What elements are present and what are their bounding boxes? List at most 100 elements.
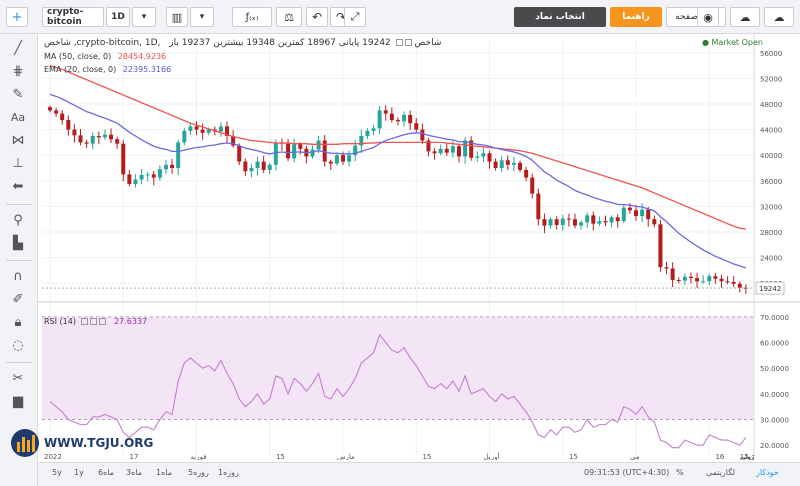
range-button-3[interactable]: 3ماه [126,468,142,477]
ohlc-values: 19242 پایانی 18967 کمترین 19348 بیشترین … [169,38,391,48]
candle-body [414,123,419,130]
candle-body [579,222,584,226]
magnet-icon[interactable]: ∩ [6,266,30,286]
rsi-settings-icon[interactable] [80,318,88,325]
undo-icon[interactable]: ↶ [306,7,328,27]
candle-body [707,276,712,282]
candle-body [695,278,700,282]
rsi-tick-label: 70.0000 [760,314,789,322]
candle-body [487,153,492,162]
clock: 09:31:53 (UTC+4:30) [584,468,670,477]
price-tick-label: 48000 [760,101,782,109]
legend-hide-icon[interactable] [395,39,403,46]
candle-body [78,135,83,143]
candle-body [634,210,639,216]
interval-select[interactable]: 1D [106,7,130,27]
compare-icon[interactable]: ⚖ [276,7,302,27]
candle-body [218,126,223,132]
bottom-toolbar: 5y 1y 6ماه 3ماه 1ماه 5روزه 1روزه 09:31:53 (UTC… [38,462,800,486]
candle-body [90,136,95,144]
brush-icon[interactable]: ✎ [6,84,30,104]
candle-body [725,281,730,283]
candle-body [676,280,681,281]
candle-body [621,207,626,222]
candle-body [371,128,376,131]
range-button-6[interactable]: 1روزه [218,468,239,477]
chart-type-dropdown-icon[interactable]: ▾ [190,7,214,27]
tools-icon[interactable]: ✂ [6,368,30,388]
price-tick-label: 44000 [760,127,782,135]
pencil-lock-icon[interactable]: ✐ [6,289,30,309]
range-button-5[interactable]: 5روزه [188,468,209,477]
guide-button[interactable]: راهنما [610,7,662,27]
candle-body [463,140,468,157]
market-status: ● Market Open [702,38,763,47]
crosshair-tool[interactable]: + [6,7,28,27]
cloud-upload-icon[interactable]: ☁ [764,7,794,27]
ema-value: 22395.3166 [122,65,172,74]
cloud-download-icon[interactable]: ☁ [730,7,760,27]
select-symbol-button[interactable]: انتخاب نماد [514,7,606,27]
top-toolbar: + crypto-bitcoin 1D ▾ ▥ ▾ ƒ₍ₓ₎ ⚖ ↶ ↷ ⤢ ⚙… [0,0,800,34]
candle-body [286,143,291,159]
logo-bars-icon [11,429,39,457]
indicators-button[interactable]: ƒ₍ₓ₎ [232,7,272,27]
range-button-2[interactable]: 6ماه [98,468,114,477]
candle-type-icon[interactable]: ▥ [166,7,188,27]
candle-body [737,283,742,288]
candle-body [585,215,590,223]
fib-tool-icon[interactable]: ⋕ [6,61,30,81]
candle-body [115,139,120,144]
rsi-close-icon[interactable] [98,318,106,325]
candle-body [72,129,77,136]
drawing-toolbar: ╱ ⋕ ✎ Aa ⋈ ⊥ ⬅ ⚲ ▙ ∩ ✐ 🔒︎ ◌ ✂ ▆ [0,34,38,486]
eye-hide-icon[interactable]: ◌ [6,335,30,355]
interval-dropdown-icon[interactable]: ▾ [132,7,156,27]
candle-body [511,162,516,165]
rsi-hide-icon[interactable] [89,318,97,325]
auto-toggle[interactable]: خودکار [756,468,779,477]
candle-body [334,155,339,164]
zoom-icon[interactable]: ⚲ [6,210,30,230]
candle-body [170,164,175,168]
range-button-0[interactable]: 5y [52,468,62,477]
arrow-left-icon[interactable]: ⬅ [6,176,30,196]
trend-line-icon[interactable]: ╱ [6,38,30,58]
candle-body [60,113,65,120]
fullscreen-expand-icon[interactable]: ⤢ [344,7,366,27]
candle-body [328,161,333,164]
legend-settings-icon[interactable] [404,39,412,46]
candle-body [652,219,657,225]
trash-icon[interactable]: ▆ [6,391,30,411]
price-chart[interactable]: 56000 52000 48000 44000 40000 36000 32000 28000… [38,34,800,461]
candle-body [646,209,651,220]
candle-body [475,156,480,158]
candle-body [395,120,400,122]
candle-body [48,107,52,111]
rsi-band [42,316,754,420]
snapshot-icon[interactable]: ◉ [697,7,719,27]
percent-toggle[interactable]: % [676,468,684,477]
candle-body [408,114,413,124]
candle-body [530,177,535,194]
candle-body [188,126,193,131]
range-button-4[interactable]: 1ماه [156,468,172,477]
candle-body [157,169,162,178]
pattern-tool-icon[interactable]: ⋈ [6,130,30,150]
log-toggle[interactable]: لگاریتمی [706,468,735,477]
candle-body [163,164,168,170]
candle-body [341,155,346,162]
chart-area[interactable]: 56000 52000 48000 44000 40000 36000 32000 28000… [38,34,800,461]
symbol-input[interactable]: crypto-bitcoin [42,7,104,27]
candle-body [524,169,529,178]
candle-body [688,276,693,279]
range-button-1[interactable]: 1y [74,468,84,477]
rsi-tick-label: 50.0000 [760,365,789,373]
ruler-icon[interactable]: ▙ [6,233,30,253]
lock-icon[interactable]: 🔒︎ [6,312,30,332]
text-tool-icon[interactable]: Aa [6,107,30,127]
candle-body [96,136,101,138]
candle-body [450,146,455,153]
candle-body [554,219,559,225]
measure-tool-icon[interactable]: ⊥ [6,153,30,173]
